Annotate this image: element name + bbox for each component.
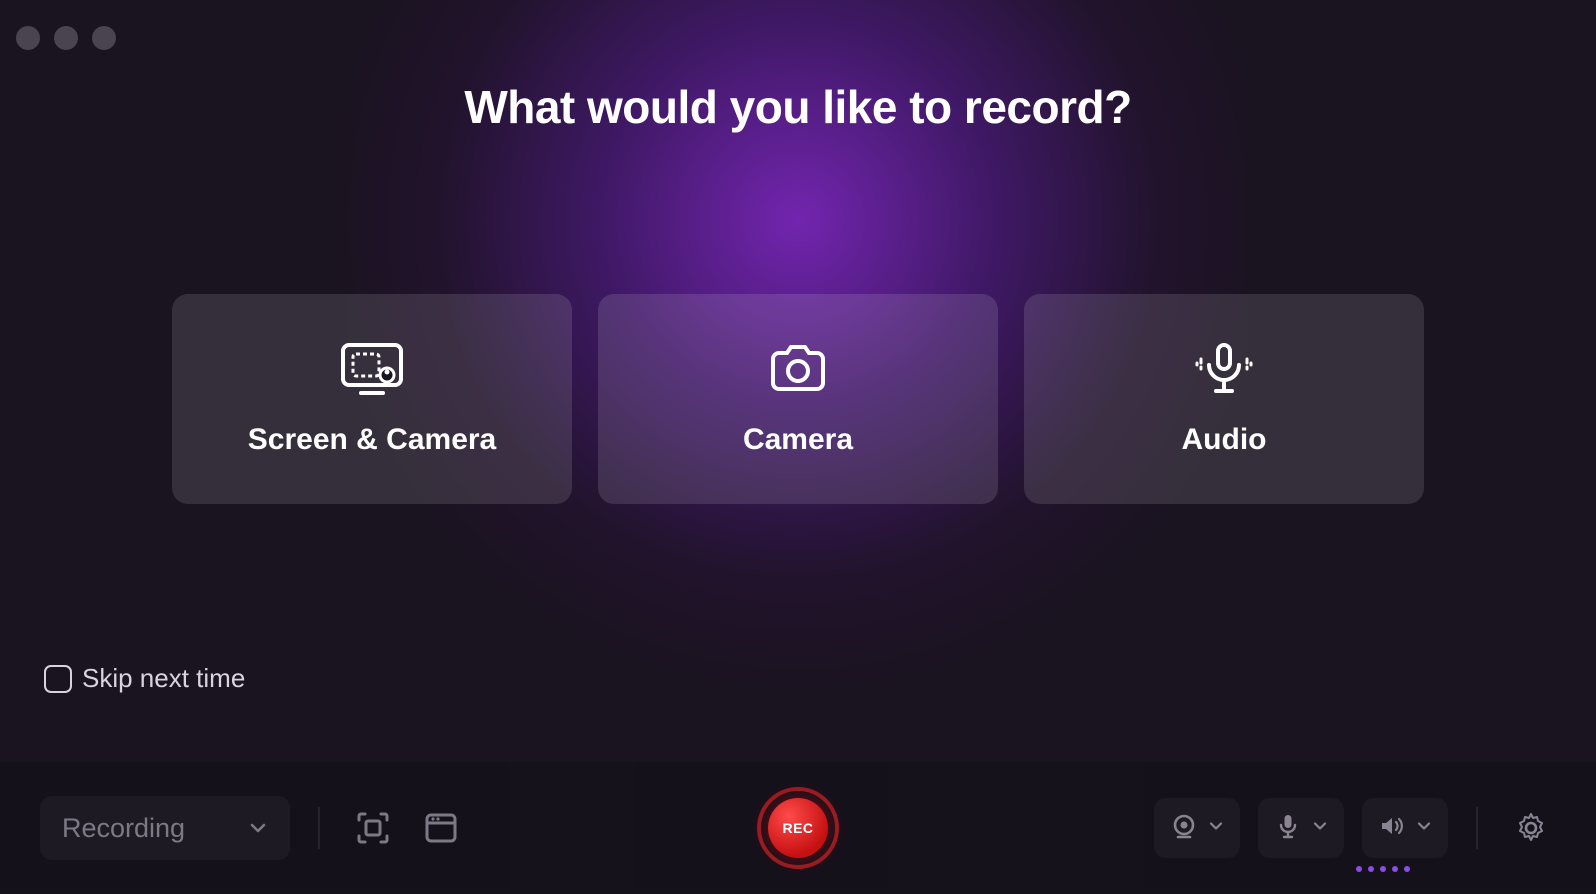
screen-camera-icon (339, 341, 405, 397)
option-audio[interactable]: Audio (1024, 294, 1424, 504)
camera-icon (765, 341, 831, 397)
skip-next-time-row: Skip next time (44, 663, 245, 694)
skip-next-time-checkbox[interactable] (44, 665, 72, 693)
skip-next-time-label: Skip next time (82, 663, 245, 694)
page-title: What would you like to record? (464, 80, 1131, 134)
option-label: Camera (743, 423, 853, 457)
recording-options: Screen & Camera Camera Au (172, 294, 1424, 504)
option-label: Screen & Camera (248, 423, 496, 457)
option-camera[interactable]: Camera (598, 294, 998, 504)
window-zoom-button[interactable] (92, 26, 116, 50)
window-close-button[interactable] (16, 26, 40, 50)
option-label: Audio (1182, 423, 1267, 457)
window-traffic-lights (16, 26, 116, 50)
window-minimize-button[interactable] (54, 26, 78, 50)
microphone-icon (1191, 341, 1257, 397)
main-content: What would you like to record? Screen & … (0, 0, 1596, 894)
option-screen-and-camera[interactable]: Screen & Camera (172, 294, 572, 504)
